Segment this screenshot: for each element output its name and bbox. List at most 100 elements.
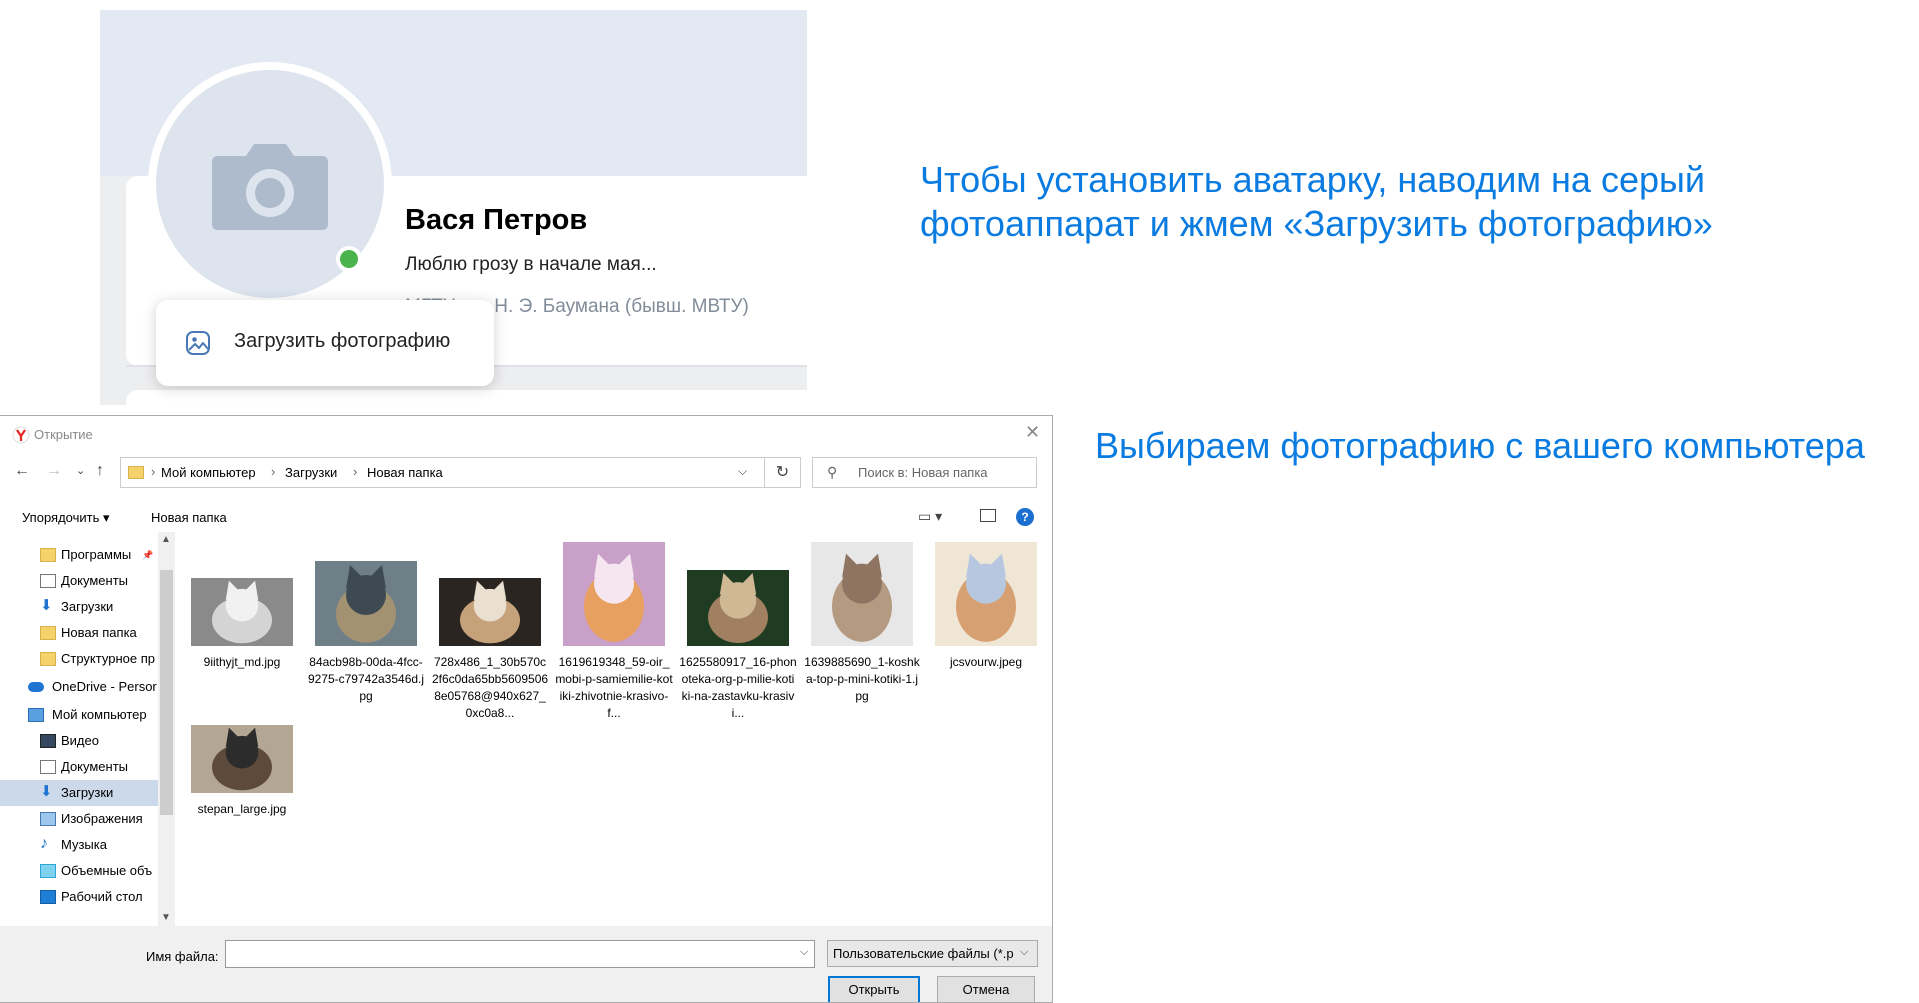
refresh-icon[interactable]: ↻ <box>764 458 800 487</box>
instruction-step-1-line-2: фотоаппарат и жмем «Загрузить фотографию… <box>920 203 1713 244</box>
desktop-icon <box>40 890 56 904</box>
sidebar-item[interactable]: Видео <box>0 728 158 754</box>
filename-label: Имя файла: <box>146 949 219 964</box>
sidebar-item[interactable]: OneDrive - Persor <box>0 674 158 700</box>
file-list: 9iithyjt_md.jpg 84acb98b-00da-4fcc-9275-c… <box>175 532 1052 926</box>
up-arrow-icon[interactable]: ↑ <box>96 462 104 480</box>
folder-icon <box>128 466 144 479</box>
image-thumbnail <box>191 578 293 646</box>
breadcrumb-separator: › <box>271 464 276 479</box>
search-box[interactable]: ⚲ Поиск в: Новая папка <box>812 457 1037 488</box>
help-icon[interactable]: ? <box>1016 508 1034 526</box>
sidebar-item-label: Новая папка <box>61 625 137 640</box>
computer-icon <box>28 708 44 722</box>
file-item[interactable]: 84acb98b-00da-4fcc-9275-c79742a3546d.jpg <box>307 561 425 705</box>
open-button[interactable]: Открыть <box>828 976 920 1002</box>
sidebar-item[interactable]: Объемные объ <box>0 858 158 884</box>
file-name: 84acb98b-00da-4fcc-9275-c79742a3546d.jpg <box>307 655 425 703</box>
online-indicator <box>340 250 358 268</box>
cloud-icon <box>28 682 44 692</box>
scroll-down-icon[interactable]: ▼ <box>161 912 171 923</box>
sidebar-item-label: OneDrive - Persor <box>52 679 157 694</box>
sidebar-item-label: Видео <box>61 733 99 748</box>
file-type-select[interactable]: Пользовательские файлы (*.p ⌵ <box>827 940 1038 967</box>
file-item[interactable]: 1625580917_16-phonoteka-org-p-milie-koti… <box>679 570 797 722</box>
file-item[interactable]: 9iithyjt_md.jpg <box>183 578 301 671</box>
sidebar-item[interactable]: Новая папка <box>0 620 158 646</box>
address-bar[interactable]: › Мой компьютер › Загрузки › Новая папка… <box>120 457 801 488</box>
cancel-button[interactable]: Отмена <box>937 976 1035 1002</box>
upload-photo-menu[interactable]: Загрузить фотографию <box>156 300 494 386</box>
sidebar-item-label: Изображения <box>61 811 143 826</box>
organize-menu[interactable]: Упорядочить ▾ <box>22 510 110 526</box>
image-thumbnail <box>687 570 789 646</box>
document-icon <box>40 760 56 774</box>
sidebar-item[interactable]: Изображения <box>0 806 158 832</box>
sidebar-item-label: Мой компьютер <box>52 707 147 722</box>
cube-icon <box>40 864 56 878</box>
upload-photo-label[interactable]: Загрузить фотографию <box>234 330 450 353</box>
pin-icon: 📌 <box>142 550 154 560</box>
instruction-step-1: Чтобы установить аватарку, наводим на се… <box>920 158 1713 246</box>
sidebar-item-label: Документы <box>61 759 129 774</box>
chevron-down-icon[interactable]: ⌵ <box>738 464 747 479</box>
sidebar-item[interactable]: Структурное пр <box>0 646 158 672</box>
file-name: 1625580917_16-phonoteka-org-p-milie-koti… <box>679 655 797 720</box>
scroll-up-icon[interactable]: ▲ <box>161 534 171 545</box>
preview-pane-icon[interactable] <box>980 509 996 522</box>
image-thumbnail <box>935 542 1037 646</box>
file-item[interactable]: jcsvourw.jpeg <box>927 542 1045 671</box>
image-thumbnail <box>563 542 665 646</box>
scrollbar-thumb[interactable] <box>160 570 173 815</box>
camera-icon[interactable] <box>208 140 332 232</box>
sidebar-item-label: Объемные объ <box>61 863 153 878</box>
music-icon: ♪ <box>40 835 48 852</box>
image-icon <box>186 331 210 355</box>
video-icon <box>40 734 56 748</box>
sidebar-item[interactable]: Мой компьютер <box>0 702 158 728</box>
profile-status: Люблю грозу в начале мая... <box>405 254 657 275</box>
recent-locations-icon[interactable]: ⌄ <box>76 464 85 477</box>
sidebar-item[interactable]: Рабочий стол <box>0 884 158 910</box>
breadcrumb-separator: › <box>353 464 358 479</box>
file-item[interactable]: 728x486_1_30b570c2f6c0da65bb56095068e057… <box>431 578 549 722</box>
image-thumbnail <box>315 561 417 646</box>
sidebar-item-label: Структурное пр <box>61 651 155 666</box>
sidebar-item[interactable]: ⬇ Загрузки <box>0 780 158 806</box>
back-arrow-icon[interactable]: ← <box>14 462 30 480</box>
yandex-browser-icon <box>12 426 30 444</box>
sidebar-item[interactable]: Программы 📌 <box>0 542 158 568</box>
navigation-pane: Программы 📌 Документы ⬇ Загрузки Новая папка С… <box>0 532 175 926</box>
file-item[interactable]: 1619619348_59-oir_mobi-p-samiemilie-koti… <box>555 542 673 722</box>
profile-name: Вася Петров <box>405 204 588 236</box>
breadcrumb-new-folder[interactable]: Новая папка <box>367 465 443 480</box>
next-card <box>126 390 807 405</box>
image-icon <box>40 812 56 826</box>
chevron-down-icon[interactable]: ⌵ <box>800 946 808 959</box>
search-icon: ⚲ <box>827 464 838 480</box>
file-item[interactable]: 1639885690_1-koshka-top-p-mini-kotiki-1.… <box>803 542 921 705</box>
sidebar-item[interactable]: Документы <box>0 754 158 780</box>
forward-arrow-icon[interactable]: → <box>46 462 62 480</box>
sidebar-item[interactable]: ♪ Музыка <box>0 832 158 858</box>
new-folder-button[interactable]: Новая папка <box>151 510 227 525</box>
breadcrumb-downloads[interactable]: Загрузки <box>285 465 337 480</box>
file-name: jcsvourw.jpeg <box>949 655 1023 669</box>
close-icon[interactable]: ✕ <box>1025 422 1040 443</box>
sidebar-item[interactable]: ⬇ Загрузки <box>0 594 158 620</box>
sidebar-item[interactable]: Документы <box>0 568 158 594</box>
instruction-step-1-line-1: Чтобы установить аватарку, наводим на се… <box>920 159 1705 200</box>
sidebar-item-label: Загрузки <box>61 785 114 800</box>
file-name: stepan_large.jpg <box>197 802 287 816</box>
file-name: 728x486_1_30b570c2f6c0da65bb56095068e057… <box>431 655 549 720</box>
file-name: 9iithyjt_md.jpg <box>203 655 281 669</box>
file-item[interactable]: stepan_large.jpg <box>183 725 301 818</box>
folder-icon <box>40 652 56 666</box>
filename-input[interactable]: ⌵ <box>225 940 815 968</box>
instruction-step-2: Выбираем фотографию с вашего компьютера <box>1095 425 1865 466</box>
chevron-down-icon: ⌵ <box>1020 946 1029 958</box>
change-view-icon[interactable]: ▭ ▾ <box>918 508 942 525</box>
image-thumbnail <box>191 725 293 793</box>
sidebar-scrollbar[interactable]: ▲ ▼ <box>158 532 175 926</box>
breadcrumb-computer[interactable]: Мой компьютер <box>161 465 256 480</box>
